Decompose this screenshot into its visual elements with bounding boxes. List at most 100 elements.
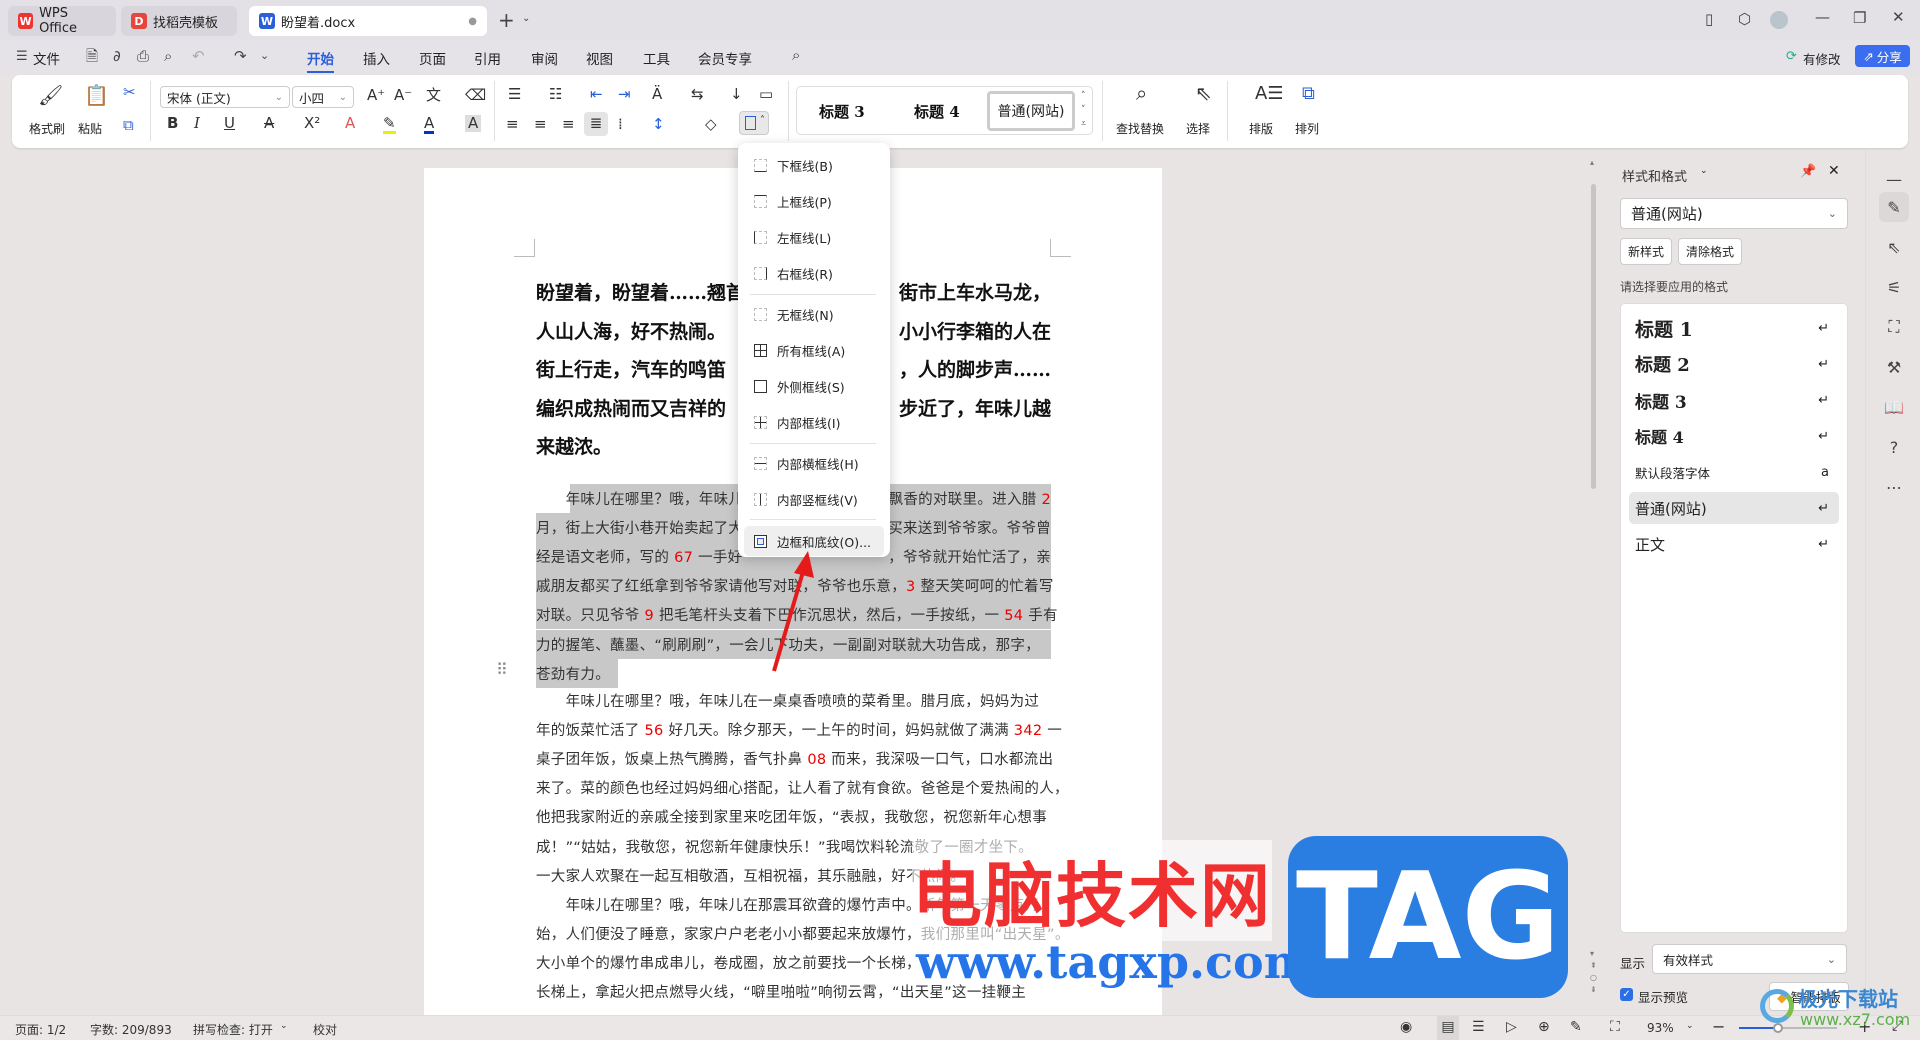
style-heading-3[interactable]: 标题 3 xyxy=(819,101,865,122)
arrange-icon[interactable]: ⧉ xyxy=(1302,85,1315,103)
more-chevron-icon[interactable]: ⌄ xyxy=(260,50,269,61)
tab-insert[interactable]: 插入 xyxy=(363,48,390,68)
vertical-scrollbar[interactable]: ▴ ▾ ⇞ ○ ⇟ xyxy=(1588,158,1598,1013)
minimize-icon[interactable]: — xyxy=(1815,10,1830,25)
border-menu-item-inside[interactable]: 内部框线(I) xyxy=(744,407,884,437)
new-tab-plus-icon[interactable]: + xyxy=(498,10,515,30)
highlight-icon[interactable]: ✎ xyxy=(383,116,396,134)
find-replace-button[interactable]: 查找替换 xyxy=(1116,120,1164,137)
page-indicator[interactable]: 页面: 1/2 xyxy=(15,1021,66,1038)
adjust-sliders-icon[interactable]: ⚟ xyxy=(1879,272,1909,302)
char-shading-icon[interactable]: A xyxy=(465,115,482,132)
border-menu-item-outside[interactable]: 外侧框线(S) xyxy=(744,371,884,401)
align-left-icon[interactable]: ≡ xyxy=(506,117,519,132)
zoom-out-icon[interactable]: − xyxy=(1712,1017,1725,1036)
bullets-icon[interactable]: ☰ xyxy=(508,87,521,102)
scroll-page-icons[interactable]: ▾ ⇞ ○ ⇟ xyxy=(1590,948,1597,996)
link-icon[interactable]: ∂ xyxy=(113,49,121,64)
clear-format-icon[interactable]: ⌫ xyxy=(465,88,486,103)
avatar[interactable] xyxy=(1770,11,1788,29)
more-icon[interactable]: ⋯ xyxy=(1879,472,1909,502)
border-menu-item-none[interactable]: 无框线(N) xyxy=(744,299,884,329)
scroll-up-icon[interactable]: ▴ xyxy=(1590,158,1594,167)
border-button[interactable]: ˄ xyxy=(739,111,769,135)
arrange-button[interactable]: 排列 xyxy=(1295,120,1319,137)
tab-home[interactable]: 开始 xyxy=(307,48,334,73)
tab-docer[interactable]: D 找稻壳模板 xyxy=(121,6,237,36)
tab-document[interactable]: W 盼望着.docx ● xyxy=(249,6,487,36)
print-icon[interactable]: ⎙ xyxy=(137,49,149,64)
style-item[interactable]: 标题 1 ↵ xyxy=(1629,312,1839,344)
chevron-down-icon[interactable]: ⌄ xyxy=(1686,1021,1694,1031)
tab-list-chevron-icon[interactable]: ⌄ xyxy=(522,14,530,24)
cube-icon[interactable]: ⬡ xyxy=(1738,12,1751,27)
eye-protection-icon[interactable]: ◉ xyxy=(1400,1019,1412,1035)
shape-icon[interactable]: ⛶ xyxy=(1879,312,1909,342)
style-item[interactable]: 标题 2 ↵ xyxy=(1629,348,1839,380)
text-effect-icon[interactable]: A xyxy=(345,116,355,131)
format-painter-button[interactable]: 格式刷 xyxy=(29,120,65,137)
close-icon[interactable]: ✕ xyxy=(1892,10,1905,25)
panel-title[interactable]: 样式和格式 xyxy=(1622,166,1687,185)
italic-icon[interactable]: I xyxy=(194,116,200,131)
save-icon[interactable]: 🗎 xyxy=(86,49,98,64)
sort-icon[interactable]: ↓ xyxy=(730,87,743,102)
word-count[interactable]: 字数: 209/893 xyxy=(90,1021,172,1038)
tab-page[interactable]: 页面 xyxy=(419,48,446,68)
style-normal-web[interactable]: 普通(网站) xyxy=(987,91,1075,131)
gallery-scroll-icon[interactable]: ˄ ˅ ⩡ xyxy=(1081,89,1086,131)
share-button[interactable]: ⇗ 分享 xyxy=(1855,45,1910,67)
paste-button[interactable]: 粘贴 xyxy=(78,120,102,137)
select-cursor-icon[interactable]: ⇖ xyxy=(1195,83,1212,103)
phonetic-guide-icon[interactable]: 文 xyxy=(426,88,441,103)
border-menu-item-right[interactable]: 右框线(R) xyxy=(744,258,884,288)
spell-check-toggle[interactable]: 拼写检查: 打开 xyxy=(193,1021,273,1038)
increase-indent-icon[interactable]: ⇥ xyxy=(618,87,631,102)
collapse-icon[interactable]: — xyxy=(1879,164,1909,194)
help-icon[interactable]: ? xyxy=(1879,432,1909,462)
border-menu-item-all[interactable]: 所有框线(A) xyxy=(744,335,884,365)
close-panel-icon[interactable]: ✕ xyxy=(1828,163,1840,179)
clear-format-button[interactable]: 清除格式 xyxy=(1678,238,1743,265)
paste-icon[interactable]: 📋 xyxy=(84,85,109,105)
file-menu[interactable]: 文件 xyxy=(33,48,60,68)
select-button[interactable]: 选择 xyxy=(1186,120,1210,137)
pen-icon[interactable]: ✎ xyxy=(1570,1019,1582,1035)
pin-icon[interactable]: 📌 xyxy=(1800,164,1816,179)
page-view-icon[interactable]: ▤ xyxy=(1437,1016,1459,1040)
shading-icon[interactable]: ◇ xyxy=(705,117,717,132)
font-color-icon[interactable]: A xyxy=(424,116,435,134)
tools-icon[interactable]: ⚒ xyxy=(1879,352,1909,382)
fit-page-icon[interactable]: ⛶ xyxy=(1610,1019,1620,1035)
strikethrough-icon[interactable]: A xyxy=(264,116,274,131)
layout-button[interactable]: 排版 xyxy=(1249,120,1273,137)
align-center-icon[interactable]: ≡ xyxy=(534,117,547,132)
layout-icon[interactable]: A☰ xyxy=(1255,85,1283,103)
undo-icon[interactable]: ↶ xyxy=(192,49,205,64)
grow-font-icon[interactable]: A⁺ xyxy=(367,88,385,103)
border-menu-item-inside-h[interactable]: 内部横框线(H) xyxy=(744,448,884,478)
tab-view[interactable]: 视图 xyxy=(586,48,613,68)
copy-icon[interactable]: ⧉ xyxy=(123,118,134,133)
style-item[interactable]: 正文 ↵ xyxy=(1629,528,1839,560)
web-view-icon[interactable]: ⊕ xyxy=(1538,1019,1550,1035)
justify-icon[interactable]: ≣ xyxy=(584,112,608,136)
underline-icon[interactable]: U xyxy=(224,116,235,131)
book-search-icon[interactable]: 📖 xyxy=(1879,392,1909,422)
border-menu-item-inside-v[interactable]: 内部竖框线(V) xyxy=(744,484,884,514)
drag-handle-icon[interactable]: ⠿ xyxy=(496,660,508,679)
zoom-level[interactable]: 93% xyxy=(1647,1021,1674,1035)
tab-wps-office[interactable]: W WPS Office xyxy=(8,6,116,36)
border-menu-item-top[interactable]: 上框线(P) xyxy=(744,186,884,216)
search-icon[interactable]: ⌕ xyxy=(792,48,800,63)
tab-tools[interactable]: 工具 xyxy=(643,48,670,68)
line-spacing-icon[interactable]: ↕ xyxy=(652,117,665,132)
tab-review[interactable]: 审阅 xyxy=(531,48,558,68)
style-item[interactable]: 标题 4 ↵ xyxy=(1629,420,1839,452)
style-item[interactable]: 标题 3 ↵ xyxy=(1629,384,1839,416)
style-item[interactable]: 默认段落字体 a xyxy=(1629,456,1839,488)
format-painter-icon[interactable]: 🖌 xyxy=(38,85,63,105)
device-icon[interactable]: ▯ xyxy=(1705,12,1713,27)
preview-checkbox[interactable]: ✓ xyxy=(1620,988,1633,1001)
distribute-icon[interactable]: ⁞ xyxy=(618,117,623,132)
